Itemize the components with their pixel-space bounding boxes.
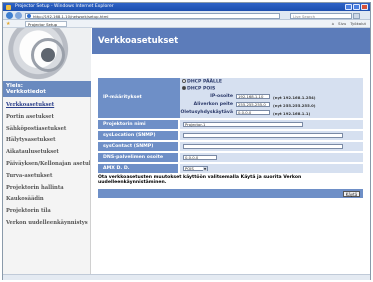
subnet-mask-current: (nyt 255.255.255.0) (273, 102, 316, 108)
amx-dd-value-cell: POIS ▼ (180, 164, 363, 173)
ip-address-current: (nyt 192.168.1.254) (273, 94, 316, 100)
sidebar-item-alert-settings[interactable]: Hälytysasetukset (6, 135, 90, 147)
dhcp-on-radio[interactable] (182, 79, 186, 83)
sidebar-item-projector-status[interactable]: Projektorin tila (6, 206, 90, 218)
dns-server-label-cell: DNS-palvelimen osoite (98, 153, 178, 162)
amx-dd-select[interactable]: POIS ▼ (183, 166, 208, 171)
page-title: Verkkoasetukset (92, 28, 370, 54)
sidebar-item-email-settings[interactable]: Sähköpostiasetukset (6, 124, 90, 136)
ip-config-section: IP-määritykset DHCP PÄÄLLE DHCP POIS IP-… (98, 78, 363, 118)
ie-app-icon (6, 4, 11, 10)
maximize-button[interactable] (353, 4, 360, 10)
ip-config-label: IP-määritykset (103, 95, 142, 100)
syslocation-row: sysLocation (SNMP) (98, 131, 363, 140)
tab-projector-setup[interactable]: Projector Setup (25, 21, 67, 27)
dhcp-on-option[interactable]: DHCP PÄÄLLE (182, 79, 222, 85)
subnet-mask-input[interactable]: 255.255.255.0 (236, 102, 270, 107)
dns-server-label: DNS-palvelimen osoite (103, 155, 163, 160)
default-gateway-label: Oletusyhdyskäytävä (180, 110, 233, 115)
syslocation-label-cell: sysLocation (SNMP) (98, 131, 178, 140)
default-gateway-current: (nyt 192.168.1.1) (273, 110, 311, 116)
sidebar-item-security-settings[interactable]: Turva-asetukset (6, 171, 90, 183)
syslocation-label: sysLocation (SNMP) (103, 133, 156, 138)
browser-window: Projector Setup - Windows Internet Explo… (2, 2, 371, 280)
dhcp-off-option[interactable]: DHCP POIS (182, 86, 215, 92)
address-bar-row: http://192.168.1.10/network/setup.html L… (3, 11, 370, 20)
subnet-mask-label: Aliverkon peite (193, 102, 233, 107)
page-icon (27, 14, 31, 18)
amx-dd-selected-value: POIS (185, 166, 194, 171)
search-placeholder: Live Search (293, 13, 316, 19)
sidebar-item-network-restart[interactable]: Verkon uudelleenkäynnistys (6, 218, 90, 230)
sidebar-item-remote-control[interactable]: Kaukosäädin (6, 194, 90, 206)
syslocation-input[interactable] (183, 133, 343, 138)
sidebar-item-schedule-settings[interactable]: Aikataulusetukset (6, 147, 90, 159)
ip-address-input[interactable]: 192.168.1.10 (236, 94, 270, 99)
ip-address-label: IP-osoite (210, 94, 233, 99)
projector-lens-logo (3, 28, 91, 81)
sidebar-item-network-settings[interactable]: Verkkoasetukset (6, 100, 90, 112)
syscontact-value-cell (180, 142, 363, 151)
search-button[interactable] (353, 12, 360, 19)
window-title: Projector Setup - Windows Internet Explo… (15, 4, 114, 9)
tab-bar: ★ Projector Setup ⌂ Sivu Työkalut (3, 20, 370, 28)
ip-config-options: DHCP PÄÄLLE DHCP POIS IP-osoite 192.168.… (180, 78, 363, 118)
dhcp-off-label: DHCP POIS (187, 86, 216, 92)
forward-button[interactable] (15, 12, 22, 19)
apply-instruction-note: Ota verkkoasetusten muutokset käyttöön v… (98, 175, 302, 185)
page-menu[interactable]: Sivu (338, 21, 346, 26)
window-controls (345, 4, 368, 10)
favorites-star-icon[interactable]: ★ (6, 21, 10, 27)
syslocation-value-cell (180, 131, 363, 140)
syscontact-row: sysContact (SNMP) (98, 142, 363, 151)
default-gateway-input[interactable]: 0.0.0.0 (236, 110, 270, 115)
dns-server-value-cell: 0.0.0.0 (180, 153, 363, 162)
status-bar (3, 274, 370, 280)
dhcp-off-radio[interactable] (182, 86, 186, 90)
tools-menu[interactable]: Työkalut (350, 21, 366, 26)
sidebar: Yleis: Verkkotiedot Verkkoasetukset Port… (3, 28, 91, 274)
chevron-down-icon[interactable]: ▼ (203, 167, 207, 171)
page-content: Yleis: Verkkotiedot Verkkoasetukset Port… (3, 28, 370, 274)
apply-button[interactable]: Käytä (343, 190, 360, 197)
minimize-button[interactable] (345, 4, 352, 10)
projector-name-label-cell: Projektorin nimi (98, 120, 178, 129)
amx-dd-label: AMX D. D. (103, 166, 130, 171)
current-section: Yleis: Verkkotiedot (3, 81, 91, 97)
current-section-line2: Verkkotiedot (6, 89, 46, 95)
command-bar: ⌂ Sivu Työkalut (332, 21, 366, 26)
sidebar-item-date-time-settings[interactable]: Päiväyksen/Kellonajan asetukset (6, 159, 90, 171)
projector-name-label: Projektorin nimi (103, 122, 146, 127)
syscontact-label: sysContact (SNMP) (103, 144, 154, 149)
projector-name-row: Projektorin nimi Projector-1 (98, 120, 363, 129)
window-titlebar: Projector Setup - Windows Internet Explo… (3, 3, 370, 11)
amx-dd-row: AMX D. D. POIS ▼ (98, 164, 363, 173)
tab-label: Projector Setup (28, 22, 58, 27)
address-text: http://192.168.1.10/network/setup.html (33, 13, 109, 19)
lens-center (41, 48, 55, 62)
projector-name-value-cell: Projector-1 (180, 120, 363, 129)
sidebar-item-projector-control[interactable]: Projektorin hallinta (6, 183, 90, 195)
syscontact-input[interactable] (183, 144, 343, 149)
dns-server-row: DNS-palvelimen osoite 0.0.0.0 (98, 153, 363, 162)
sidebar-item-port-settings[interactable]: Portin asetukset (6, 112, 90, 124)
main-panel: Verkkoasetukset IP-määritykset DHCP PÄÄL… (92, 28, 370, 274)
sidebar-menu: Verkkoasetukset Portin asetukset Sähköpo… (6, 100, 90, 230)
projector-name-input[interactable]: Projector-1 (183, 122, 303, 127)
search-input[interactable]: Live Search (290, 12, 352, 19)
amx-dd-label-cell: AMX D. D. (98, 164, 178, 173)
apply-button-bar: Käytä (98, 189, 363, 198)
dns-server-input[interactable]: 0.0.0.0 (183, 155, 217, 160)
address-input[interactable]: http://192.168.1.10/network/setup.html (25, 12, 280, 19)
close-button[interactable] (361, 4, 368, 10)
home-icon[interactable]: ⌂ (332, 21, 334, 26)
back-button[interactable] (6, 12, 13, 19)
dhcp-on-label: DHCP PÄÄLLE (187, 79, 223, 85)
syscontact-label-cell: sysContact (SNMP) (98, 142, 178, 151)
